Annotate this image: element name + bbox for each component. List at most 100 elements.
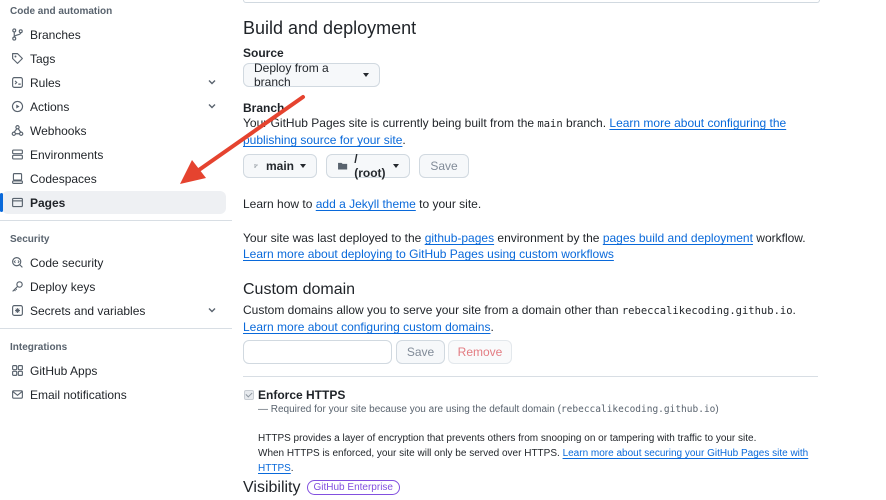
deploy-text: workflow. bbox=[756, 231, 806, 245]
codescan-icon bbox=[10, 256, 24, 270]
sidebar-heading-security: Security bbox=[10, 234, 50, 245]
branch-icon bbox=[254, 164, 258, 168]
chevron-down-icon bbox=[208, 104, 216, 109]
source-select-button[interactable]: Deploy from a branch bbox=[243, 61, 380, 89]
branch-select-button[interactable]: main bbox=[243, 154, 317, 178]
chevron-down-icon bbox=[208, 80, 216, 85]
sidebar-item-label: Actions bbox=[30, 99, 70, 114]
https-desc-text: When HTTPS is enforced, your site will o… bbox=[258, 448, 560, 459]
branch-save-button[interactable]: Save bbox=[419, 154, 469, 178]
pages-workflow-link[interactable]: pages build and deployment bbox=[603, 231, 753, 245]
browser-icon bbox=[10, 196, 24, 210]
codespaces-icon bbox=[10, 172, 24, 186]
deploy-text: environment by the bbox=[497, 231, 600, 245]
folder-select-button[interactable]: / (root) bbox=[326, 152, 410, 180]
chevron-down-icon bbox=[208, 308, 216, 313]
branch-text: Your GitHub Pages site is currently bein… bbox=[243, 116, 535, 130]
folder-button-label: / (root) bbox=[354, 152, 386, 180]
sidebar-item-tags[interactable]: Tags bbox=[2, 47, 226, 70]
default-domain-code: rebeccalikecoding.github.io bbox=[621, 305, 793, 317]
plus-square-icon bbox=[10, 304, 24, 318]
sidebar-item-label: Codespaces bbox=[30, 171, 97, 186]
sidebar-item-label: Deploy keys bbox=[30, 279, 96, 294]
sidebar-divider bbox=[0, 328, 232, 329]
custom-domain-text: Custom domains allow you to serve your s… bbox=[243, 303, 619, 317]
sidebar-item-webhooks[interactable]: Webhooks bbox=[2, 119, 226, 142]
sidebar-item-label: Code security bbox=[30, 255, 104, 270]
sidebar-item-label: GitHub Apps bbox=[30, 363, 98, 378]
sidebar-item-environments[interactable]: Environments bbox=[2, 143, 226, 166]
sidebar-item-branches[interactable]: Branches bbox=[2, 23, 226, 46]
jekyll-theme-link[interactable]: add a Jekyll theme bbox=[316, 197, 416, 211]
branch-text: branch. bbox=[566, 116, 607, 130]
tag-icon bbox=[10, 52, 24, 66]
custom-workflows-link[interactable]: Learn more about deploying to GitHub Pag… bbox=[243, 247, 614, 261]
caret-down-icon bbox=[363, 73, 369, 77]
source-value: Deploy from a branch bbox=[254, 61, 329, 89]
sidebar-item-codespaces[interactable]: Codespaces bbox=[2, 167, 226, 190]
sidebar-item-deploy-keys[interactable]: Deploy keys bbox=[2, 275, 226, 298]
enterprise-badge: GitHub Enterprise bbox=[306, 480, 400, 496]
play-icon bbox=[10, 100, 24, 114]
caret-down-icon bbox=[393, 164, 399, 168]
sidebar-divider bbox=[0, 220, 232, 221]
pages-settings-main: Build and deployment Source Deploy from … bbox=[243, 0, 843, 500]
default-domain-code: rebeccalikecoding.github.io bbox=[560, 404, 716, 415]
jekyll-text: Learn how to bbox=[243, 197, 313, 211]
sidebar-item-rules[interactable]: Rules bbox=[2, 71, 226, 94]
branch-label: Branch bbox=[243, 101, 285, 115]
sidebar-item-label: Branches bbox=[30, 27, 81, 42]
enforce-https-label: Enforce HTTPS bbox=[258, 388, 346, 402]
mail-icon bbox=[10, 388, 24, 402]
settings-sidebar: Code and automation Branches Tags Rules … bbox=[0, 0, 232, 500]
custom-domain-remove-button[interactable]: Remove bbox=[448, 340, 512, 364]
jekyll-line: Learn how to add a Jekyll theme to your … bbox=[243, 196, 481, 212]
deploy-info: Your site was last deployed to the githu… bbox=[243, 230, 818, 262]
webhook-icon bbox=[10, 124, 24, 138]
custom-domains-link[interactable]: Learn more about configuring custom doma… bbox=[243, 320, 490, 334]
sidebar-item-email-notifications[interactable]: Email notifications bbox=[2, 383, 226, 406]
deploy-text: Your site was last deployed to the bbox=[243, 231, 422, 245]
sidebar-item-label: Environments bbox=[30, 147, 104, 162]
custom-domain-save-button[interactable]: Save bbox=[396, 340, 445, 364]
branch-icon bbox=[10, 28, 24, 42]
sidebar-item-code-security[interactable]: Code security bbox=[2, 251, 226, 274]
visibility-title: Visibility bbox=[243, 479, 301, 496]
sidebar-item-label: Pages bbox=[30, 195, 66, 210]
github-pages-env-link[interactable]: github-pages bbox=[425, 231, 494, 245]
jekyll-text: to your site. bbox=[419, 197, 482, 211]
apps-icon bbox=[10, 364, 24, 378]
source-label: Source bbox=[243, 46, 284, 60]
build-deployment-heading: Build and deployment bbox=[243, 18, 417, 38]
folder-icon bbox=[338, 162, 348, 170]
custom-domain-heading: Custom domain bbox=[243, 281, 356, 298]
https-note-text: — Required for your site because you are… bbox=[258, 404, 561, 415]
visibility-heading: Visibility GitHub Enterprise bbox=[243, 479, 400, 497]
sidebar-item-label: Email notifications bbox=[30, 387, 127, 402]
https-note-text: ) bbox=[715, 404, 719, 415]
sidebar-item-secrets-variables[interactable]: Secrets and variables bbox=[2, 299, 226, 322]
period: . bbox=[792, 303, 796, 317]
sidebar-item-label: Rules bbox=[30, 75, 61, 90]
period: . bbox=[402, 133, 406, 147]
server-icon bbox=[10, 148, 24, 162]
enforce-https-checkbox[interactable] bbox=[244, 390, 254, 400]
sidebar-item-pages[interactable]: Pages bbox=[0, 191, 226, 214]
branch-button-label: main bbox=[265, 159, 294, 173]
section-divider bbox=[243, 376, 818, 377]
caret-down-icon bbox=[300, 164, 306, 168]
sidebar-item-github-apps[interactable]: GitHub Apps bbox=[2, 359, 226, 382]
https-desc-text: HTTPS provides a layer of encryption tha… bbox=[258, 433, 757, 444]
period: . bbox=[490, 320, 494, 334]
key-icon bbox=[10, 280, 24, 294]
custom-domain-description: Custom domains allow you to serve your s… bbox=[243, 302, 818, 335]
sidebar-item-actions[interactable]: Actions bbox=[2, 95, 226, 118]
sidebar-heading-integrations: Integrations bbox=[10, 342, 68, 353]
https-description: HTTPS provides a layer of encryption tha… bbox=[258, 431, 828, 476]
custom-domain-input[interactable] bbox=[243, 340, 392, 364]
sidebar-item-label: Tags bbox=[30, 51, 56, 66]
previous-section-box bbox=[243, 0, 820, 3]
period: . bbox=[290, 463, 294, 474]
sidebar-heading-code-automation: Code and automation bbox=[10, 6, 113, 17]
rules-icon bbox=[10, 76, 24, 90]
